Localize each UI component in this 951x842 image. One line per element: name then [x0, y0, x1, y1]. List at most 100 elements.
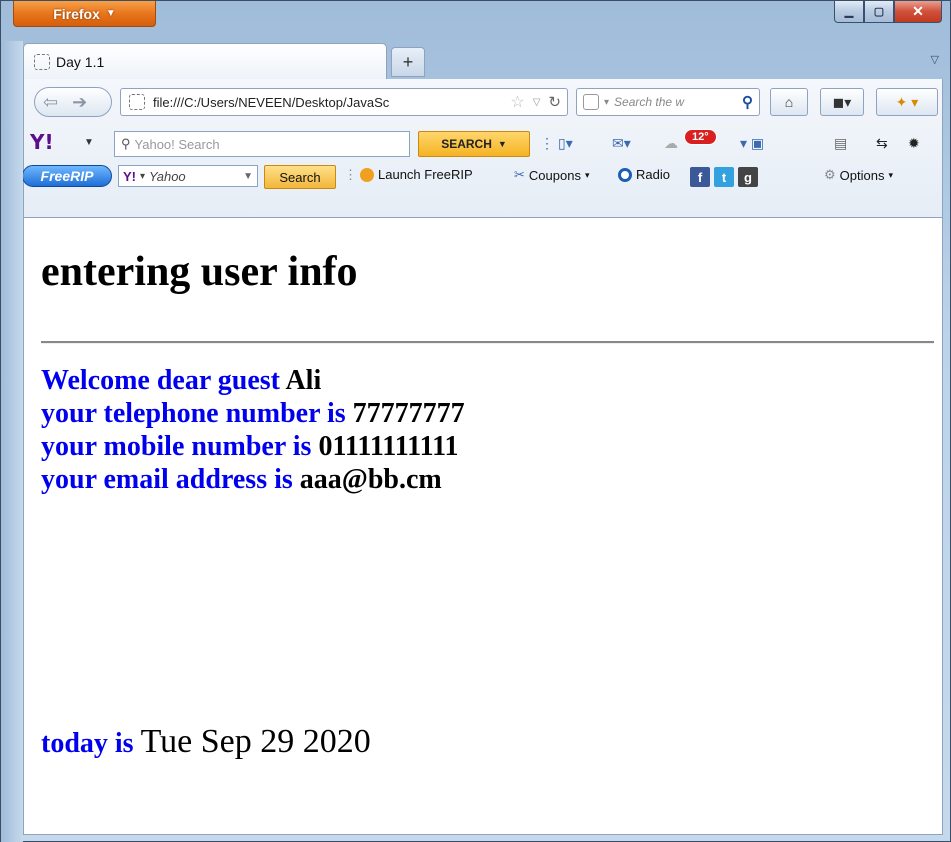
- yahoo-search-label: SEARCH: [441, 137, 492, 151]
- search-icon[interactable]: ⚲: [742, 93, 759, 111]
- search-icon: ⚲: [121, 136, 131, 151]
- back-arrow-icon[interactable]: ⇦: [43, 92, 58, 113]
- divider-icon: ⋮: [344, 167, 357, 182]
- forward-arrow-icon[interactable]: ➔: [72, 92, 87, 113]
- twitter-icon[interactable]: t: [714, 167, 734, 187]
- gear-icon: ⚙: [824, 167, 836, 182]
- launch-label: Launch FreeRIP: [378, 167, 473, 182]
- chevron-down-icon[interactable]: ▽: [533, 97, 541, 108]
- freerip-logo[interactable]: FreeRIP: [22, 165, 112, 187]
- mobile-label: your mobile number is: [41, 431, 319, 462]
- today-value: Tue Sep 29 2020: [140, 723, 371, 760]
- yahoo-search-button[interactable]: SEARCH ▼: [418, 131, 530, 157]
- minimize-button[interactable]: ▁: [834, 1, 864, 23]
- close-icon: ✕: [912, 3, 924, 19]
- telephone-line: your telephone number is 77777777: [41, 397, 465, 430]
- star-icon[interactable]: ☆: [510, 92, 524, 112]
- options-label: Options: [839, 167, 885, 183]
- url-bar[interactable]: file:///C:/Users/NEVEEN/Desktop/JavaSc ☆…: [120, 88, 568, 116]
- list-all-tabs-button[interactable]: ▽: [931, 53, 939, 66]
- google-plus-icon[interactable]: g: [738, 167, 758, 187]
- welcome-value: Ali: [285, 365, 322, 396]
- bookmarks-button[interactable]: ◼▾: [820, 88, 864, 116]
- telephone-label: your telephone number is: [41, 398, 353, 429]
- page-content: entering user info Welcome dear guest Al…: [23, 217, 943, 835]
- freerip-toolbar: FreeRIP Y! ▾ Yahoo ▼ Search ⋮ Launch Fre…: [22, 161, 942, 191]
- user-info-block: Welcome dear guest Ali your telephone nu…: [41, 364, 465, 496]
- chevron-down-icon: ▾: [604, 96, 610, 108]
- window-controls: ▁ ▢ ✕: [834, 1, 942, 23]
- social-icons: f t g: [690, 167, 758, 187]
- browser-window: Firefox ▼ ▁ ▢ ✕ Day 1.1 + ▽ ⇦ ➔ file:///…: [0, 0, 951, 842]
- chevron-down-icon[interactable]: ▾ ▣: [740, 133, 764, 153]
- welcome-line: Welcome dear guest Ali: [41, 364, 465, 397]
- today-line: today is Tue Sep 29 2020: [41, 722, 371, 764]
- plus-icon: +: [402, 51, 414, 72]
- email-label: your email address is: [41, 464, 300, 495]
- radio-icon: [618, 167, 632, 182]
- freerip-search-button[interactable]: Search: [264, 165, 336, 189]
- weather-badge: 12°: [684, 129, 717, 145]
- yahoo-logo-icon[interactable]: Y!: [30, 130, 70, 154]
- home-button[interactable]: ⌂: [770, 88, 808, 116]
- freerip-yahoo-field[interactable]: Y! ▾ Yahoo ▼: [118, 165, 258, 187]
- chevron-down-icon[interactable]: ▼: [84, 137, 94, 148]
- search-placeholder: Search the w: [614, 95, 685, 109]
- reload-icon[interactable]: ↻: [548, 93, 567, 111]
- coupons-label: Coupons: [528, 167, 581, 183]
- mobile-value: 01111111111: [318, 431, 459, 462]
- gear-icon[interactable]: ✹: [908, 133, 920, 153]
- menu-icon[interactable]: ▤: [834, 133, 847, 153]
- freerip-yahoo-text: Yahoo: [149, 168, 186, 184]
- home-icon: ⌂: [784, 94, 794, 110]
- divider-icon: ⋮: [540, 134, 554, 151]
- options-button[interactable]: ⚙ Options ▾: [824, 167, 893, 183]
- mobile-line: your mobile number is 01111111111: [41, 430, 465, 463]
- facebook-icon[interactable]: f: [690, 167, 710, 187]
- chevron-down-icon: ▾: [888, 169, 893, 180]
- radio-button[interactable]: Radio: [618, 167, 670, 182]
- launch-freerip-button[interactable]: Launch FreeRIP: [360, 167, 473, 182]
- coupons-button[interactable]: ✂ Coupons ▾: [514, 167, 589, 183]
- mail-icon[interactable]: ✉▾: [612, 133, 631, 153]
- addon-button[interactable]: ✦ ▾: [876, 88, 938, 116]
- chevron-down-icon: ▼: [105, 8, 116, 19]
- new-tab-button[interactable]: +: [391, 47, 425, 77]
- title-bar: Firefox ▼ ▁ ▢ ✕: [1, 1, 950, 33]
- close-button[interactable]: ✕: [894, 1, 942, 23]
- swap-icon[interactable]: ⇆: [876, 133, 888, 153]
- chevron-down-icon: ▼: [243, 170, 253, 182]
- addon-icon: ✦ ▾: [895, 93, 919, 110]
- news-icon[interactable]: ▯▾: [558, 133, 573, 153]
- firefox-menu-button[interactable]: Firefox ▼: [13, 1, 156, 27]
- tab-day-1-1[interactable]: Day 1.1: [23, 43, 387, 79]
- chevron-down-icon: ▼: [497, 139, 507, 149]
- welcome-label: Welcome dear guest: [41, 365, 286, 396]
- horizontal-rule: [41, 341, 934, 344]
- yahoo-toolbar: Y! ▼ ⚲ Yahoo! Search SEARCH ▼ ⋮ ▯▾ ✉▾ ☁ …: [24, 125, 942, 159]
- yahoo-search-placeholder: Yahoo! Search: [134, 136, 220, 152]
- tab-title: Day 1.1: [56, 53, 105, 70]
- today-label: today is: [41, 728, 141, 759]
- search-engine-icon: [583, 94, 599, 110]
- tab-strip: Day 1.1 + ▽: [23, 43, 943, 79]
- launch-icon: [360, 167, 374, 182]
- firefox-menu-label: Firefox: [53, 5, 100, 22]
- window-frame-left: [1, 41, 23, 842]
- url-text: file:///C:/Users/NEVEEN/Desktop/JavaSc: [153, 94, 390, 110]
- weather-icon[interactable]: ☁: [664, 133, 678, 153]
- page-title: entering user info: [41, 249, 358, 295]
- telephone-value: 77777777: [352, 398, 465, 429]
- yahoo-logo-icon: Y!: [123, 168, 136, 184]
- search-input[interactable]: ▾ Search the w ⚲: [576, 88, 760, 116]
- toolbars: ⇦ ➔ file:///C:/Users/NEVEEN/Desktop/Java…: [22, 79, 943, 217]
- chevron-down-icon: ▾: [140, 170, 146, 182]
- page-favicon-icon: [34, 53, 50, 70]
- email-line: your email address is aaa@bb.cm: [41, 463, 465, 496]
- maximize-icon: ▢: [873, 6, 885, 18]
- maximize-button[interactable]: ▢: [864, 1, 894, 23]
- email-value: aaa@bb.cm: [299, 464, 442, 495]
- chevron-down-icon: ▽: [930, 54, 939, 66]
- site-identity-icon: [129, 94, 145, 110]
- yahoo-search-input[interactable]: ⚲ Yahoo! Search: [114, 131, 410, 157]
